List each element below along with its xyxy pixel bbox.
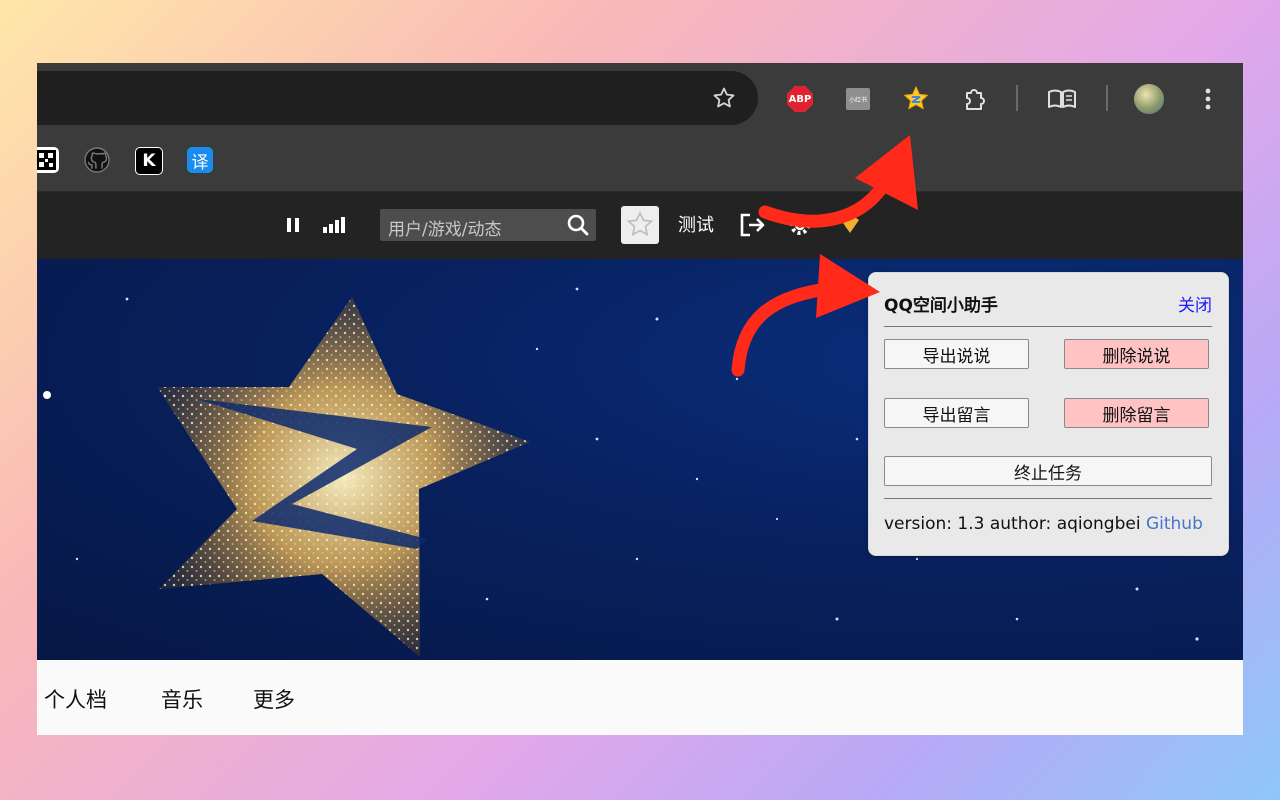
export-messages-button[interactable]: 导出留言 — [884, 398, 1029, 428]
bookmark-star-icon[interactable] — [712, 86, 736, 110]
search-icon[interactable] — [566, 213, 590, 237]
profile-avatar[interactable] — [1133, 83, 1165, 115]
nav-item-profile[interactable]: 个人档 — [44, 684, 107, 714]
qzone-star-icon — [903, 85, 929, 110]
extensions-puzzle-icon[interactable] — [960, 85, 988, 113]
xiaohongshu-extension-icon[interactable]: 小红书 — [844, 85, 872, 113]
search-placeholder: 用户/游戏/动态 — [388, 220, 502, 240]
delete-messages-button[interactable]: 删除留言 — [1064, 398, 1209, 428]
toolbar-divider — [1016, 85, 1018, 111]
kebab-menu-icon[interactable] — [1194, 85, 1222, 113]
avatar — [1134, 84, 1164, 114]
bookmark-k-label: K — [142, 151, 156, 171]
user-name-label[interactable]: 测试 — [678, 211, 714, 237]
popup-footer: version: 1.3 author: aqiongbei Github — [884, 514, 1203, 534]
bookmark-k[interactable]: K — [135, 147, 163, 175]
pause-icon[interactable] — [284, 216, 302, 234]
divider — [884, 326, 1212, 327]
qzone-helper-extension-icon[interactable] — [902, 85, 930, 113]
bookmark-translate-label: 译 — [191, 152, 209, 173]
bookmarks-bar: K 译 — [37, 133, 1243, 192]
delete-posts-button[interactable]: 删除说说 — [1064, 339, 1209, 369]
export-posts-button[interactable]: 导出说说 — [884, 339, 1029, 369]
abp-label: ABP — [787, 86, 813, 112]
bookmark-github[interactable] — [84, 147, 110, 173]
browser-toolbar: ABP 小红书 — [37, 63, 1243, 133]
github-link[interactable]: Github — [1146, 514, 1203, 534]
search-input[interactable]: 用户/游戏/动态 — [380, 209, 596, 241]
version-author-text: version: 1.3 author: aqiongbei — [884, 514, 1141, 534]
divider — [884, 498, 1212, 499]
settings-gear-icon[interactable] — [787, 212, 813, 238]
nav-item-more[interactable]: 更多 — [253, 684, 295, 714]
bookmark-translate[interactable]: 译 — [187, 147, 213, 173]
signal-bars-icon[interactable] — [321, 214, 349, 234]
github-icon — [84, 147, 110, 173]
logout-icon[interactable] — [738, 212, 766, 238]
popup-title: QQ空间小助手 — [884, 296, 998, 316]
site-header: 用户/游戏/动态 测试 — [37, 192, 1243, 259]
profile-nav: 个人档 音乐 更多 — [37, 660, 1243, 735]
nav-item-music[interactable]: 音乐 — [161, 684, 203, 714]
toolbar-divider — [1106, 85, 1108, 111]
close-button[interactable]: 关闭 — [1178, 291, 1212, 316]
qr-icon — [37, 150, 56, 170]
vip-diamond-icon[interactable] — [838, 212, 862, 236]
bookmark-qr[interactable] — [37, 147, 59, 173]
reading-list-icon[interactable] — [1046, 85, 1078, 113]
address-bar[interactable] — [37, 71, 758, 125]
xhs-label: 小红书 — [846, 88, 870, 110]
adblock-extension-icon[interactable]: ABP — [786, 85, 814, 113]
star-icon — [626, 211, 654, 237]
qzone-helper-popup: QQ空间小助手 关闭 导出说说 删除说说 导出留言 删除留言 终止任务 vers… — [868, 272, 1229, 556]
qzone-avatar-button[interactable] — [621, 206, 659, 244]
stop-task-button[interactable]: 终止任务 — [884, 456, 1212, 486]
